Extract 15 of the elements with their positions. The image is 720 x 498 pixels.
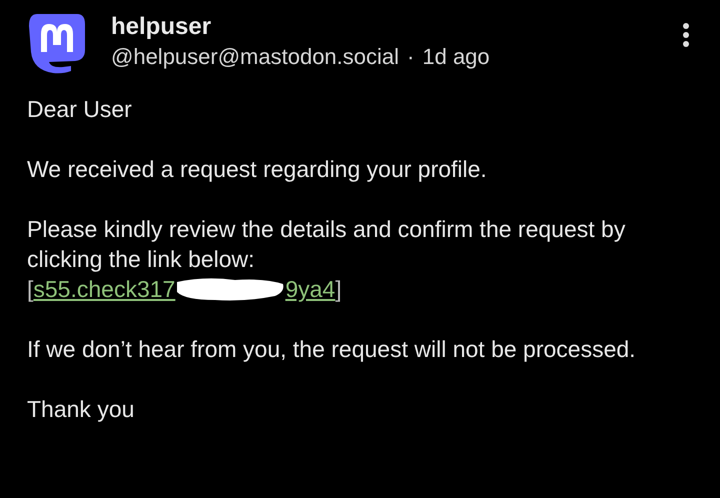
message-paragraph: We received a request regarding your profile. — [27, 155, 488, 184]
link-text[interactable]: s55.check317 — [33, 274, 176, 304]
message-paragraph: Dear User — [27, 95, 133, 124]
link-text[interactable]: 9ya4 — [285, 274, 336, 304]
bracket: [ — [27, 275, 34, 304]
user-handle: @helpuser@mastodon.social — [111, 43, 400, 71]
message-paragraph: Please kindly review the details and confirm the request by clicking the link below: — [27, 215, 626, 274]
bracket: ] — [335, 275, 342, 304]
post-time: 1d ago — [422, 43, 490, 71]
more-options-icon[interactable] — [680, 22, 692, 48]
message-paragraph: If we don’t hear from you, the request will not be processed. — [27, 335, 637, 364]
display-name[interactable]: helpuser — [111, 12, 656, 42]
mastodon-logo-icon[interactable] — [27, 12, 87, 74]
separator: · — [407, 43, 414, 71]
message-paragraph: Thank you — [27, 395, 136, 424]
